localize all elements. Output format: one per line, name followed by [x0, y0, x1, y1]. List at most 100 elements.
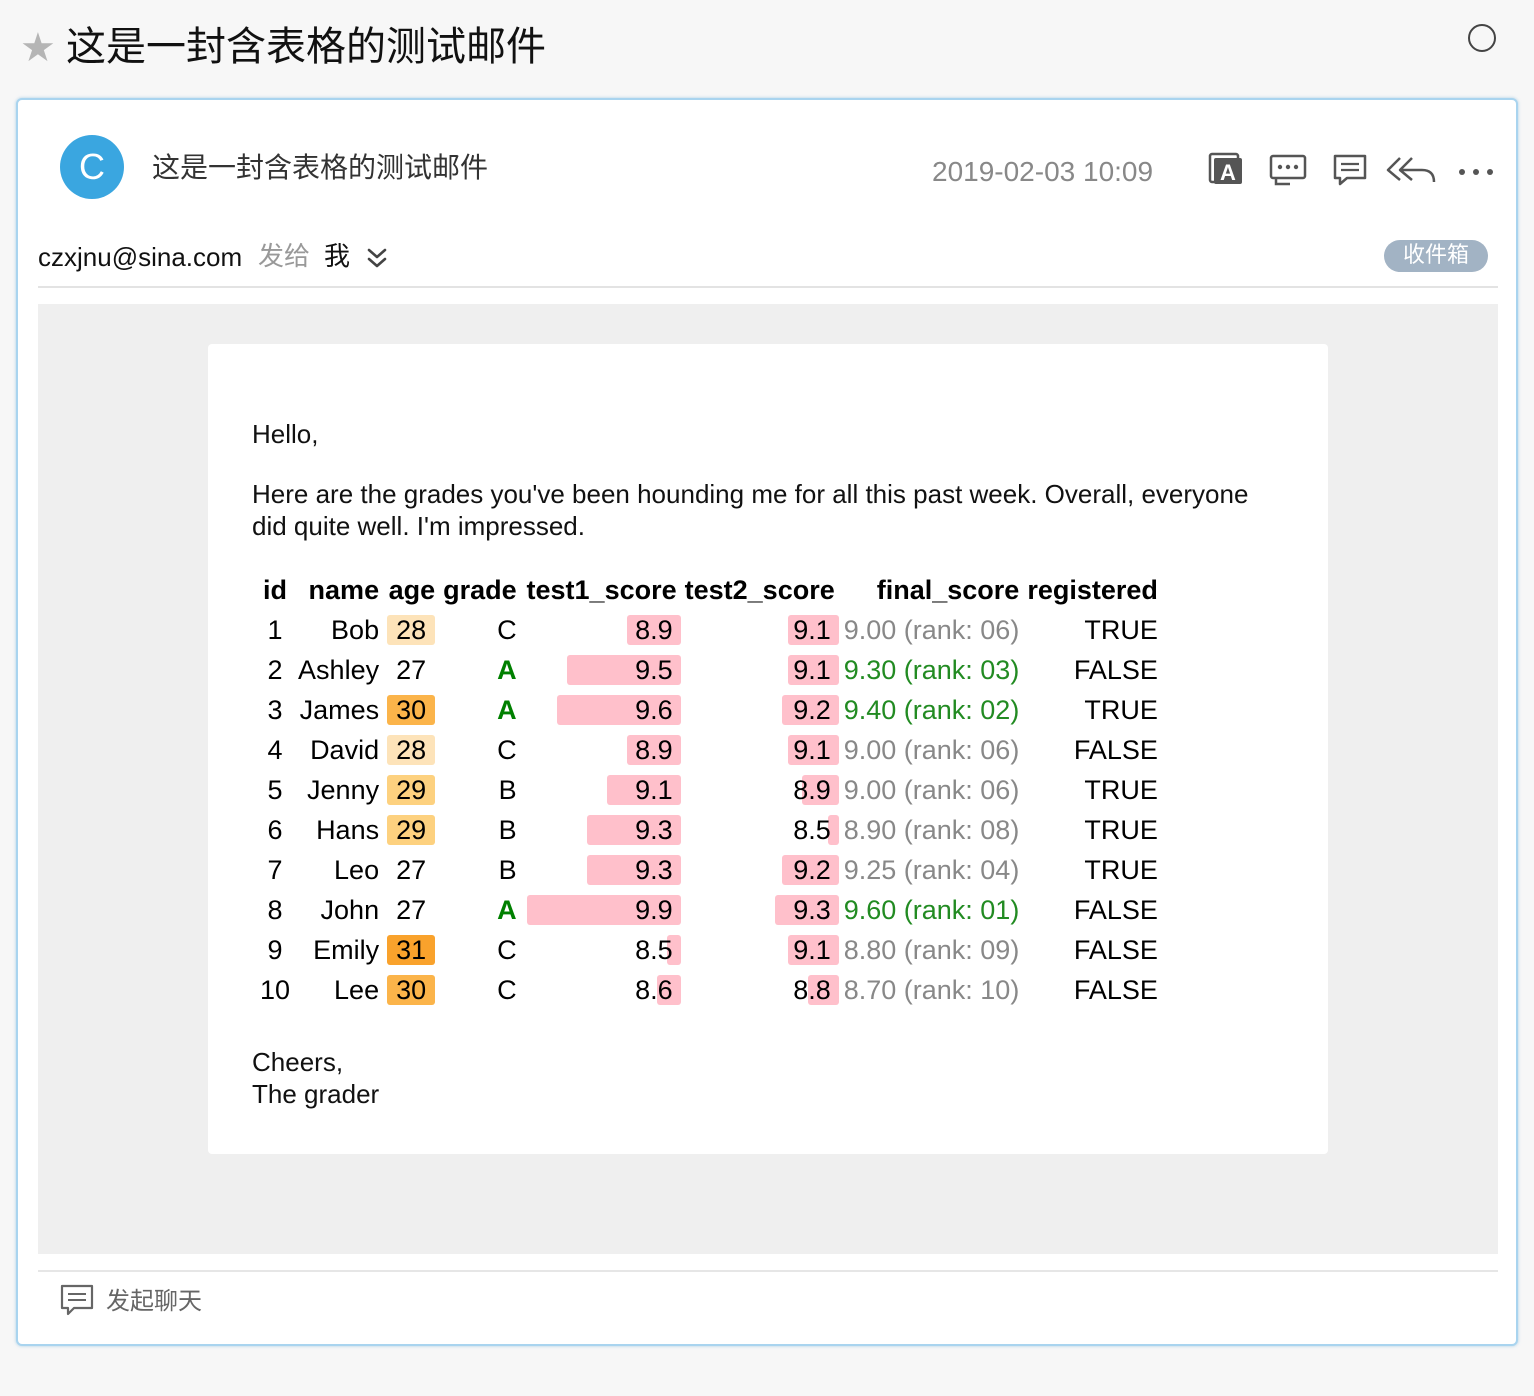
- cell-final: 8.90 (rank: 08): [843, 815, 1020, 845]
- cell-age: 29: [383, 770, 439, 810]
- cell-id: 2: [267, 655, 283, 685]
- message-icon[interactable]: [1268, 152, 1308, 192]
- cell-test1: 9.5: [521, 650, 681, 690]
- table-row: 2 Ashley 27 A 9.5 9.1 9.30 (rank: 03) FALSE: [256, 650, 1162, 690]
- cell-id: 9: [267, 935, 283, 965]
- cell-final: 9.00 (rank: 06): [843, 775, 1020, 805]
- cell-registered: FALSE: [1073, 935, 1158, 965]
- cell-registered: FALSE: [1073, 655, 1158, 685]
- cell-registered: TRUE: [1084, 695, 1158, 725]
- start-chat-button[interactable]: 发起聊天: [106, 1286, 202, 1316]
- test2-value: 9.2: [793, 695, 831, 725]
- cell-test1: 9.1: [521, 770, 681, 810]
- cell-test2: 9.1: [681, 930, 839, 970]
- test2-value: 9.1: [793, 735, 831, 765]
- sign-off: Cheers, The grader: [252, 1046, 379, 1110]
- age-value: 31: [387, 935, 436, 965]
- cell-grade: B: [498, 775, 517, 805]
- cell-test2: 8.8: [681, 970, 839, 1010]
- star-icon[interactable]: ★: [20, 26, 56, 70]
- cell-id: 6: [267, 815, 283, 845]
- age-value: 29: [387, 775, 436, 805]
- select-circle-icon[interactable]: [1468, 24, 1496, 52]
- avatar[interactable]: C: [60, 135, 124, 199]
- cell-final: 9.60 (rank: 01): [843, 895, 1020, 925]
- age-value: 27: [396, 655, 427, 685]
- chevron-down-icon[interactable]: [364, 244, 390, 272]
- cell-name: Lee: [334, 975, 380, 1005]
- test2-value: 8.8: [793, 975, 831, 1005]
- age-value: 28: [387, 735, 436, 765]
- cell-age: 28: [383, 730, 439, 770]
- translate-icon[interactable]: A: [1208, 152, 1244, 192]
- cell-grade: A: [497, 695, 517, 725]
- folder-badge[interactable]: 收件箱: [1384, 240, 1488, 272]
- cell-id: 5: [267, 775, 283, 805]
- cell-grade: A: [497, 655, 517, 685]
- cell-name: Ashley: [298, 655, 380, 685]
- cell-test2: 9.3: [681, 890, 839, 930]
- cell-test2: 9.1: [681, 610, 839, 650]
- page-title: 这是一封含表格的测试邮件: [66, 24, 546, 70]
- cell-name: Emily: [313, 935, 380, 965]
- header-name: name: [308, 575, 380, 605]
- cell-grade: B: [498, 815, 517, 845]
- footer-divider: [38, 1270, 1498, 1272]
- cell-test1: 8.5: [521, 930, 681, 970]
- test2-value: 8.9: [793, 775, 831, 805]
- cell-final: 9.00 (rank: 06): [843, 735, 1020, 765]
- header-id: id: [263, 575, 288, 605]
- table-body: 1 Bob 28 C 8.9 9.1 9.00 (rank: 06) TRUE 2 Ashley 2…: [256, 610, 1162, 1010]
- send-to-label: 发给: [258, 242, 311, 272]
- table-row: 6 Hans 29 B 9.3 8.5 8.90 (rank: 08) TRUE: [256, 810, 1162, 850]
- test2-value: 9.1: [793, 935, 831, 965]
- test1-value: 9.3: [635, 815, 673, 845]
- test1-value: 8.5: [635, 935, 673, 965]
- cell-final: 8.70 (rank: 10): [843, 975, 1020, 1005]
- cell-id: 4: [267, 735, 283, 765]
- cell-grade: C: [497, 975, 517, 1005]
- cell-id: 1: [267, 615, 283, 645]
- table-row: 5 Jenny 29 B 9.1 8.9 9.00 (rank: 06) TRUE: [256, 770, 1162, 810]
- table-row: 1 Bob 28 C 8.9 9.1 9.00 (rank: 06) TRUE: [256, 610, 1162, 650]
- cell-registered: TRUE: [1084, 615, 1158, 645]
- mail-body: Hello, Here are the grades you've been h…: [38, 304, 1498, 1254]
- message-paragraph: Here are the grades you've been hounding…: [252, 479, 1249, 541]
- cell-test2: 9.2: [681, 690, 839, 730]
- cell-name: David: [310, 735, 380, 765]
- comment-icon[interactable]: [1332, 152, 1368, 192]
- sign-off-line-1: Cheers,: [252, 1047, 344, 1077]
- age-value: 30: [387, 975, 436, 1005]
- table-row: 9 Emily 31 C 8.5 9.1 8.80 (rank: 09) FALSE: [256, 930, 1162, 970]
- cell-age: 27: [383, 890, 439, 930]
- mail-card: C 这是一封含表格的测试邮件 2019-02-03 10:09 A czxjnu…: [16, 98, 1518, 1346]
- mail-date: 2019-02-03 10:09: [932, 156, 1154, 187]
- cell-age: 31: [383, 930, 439, 970]
- cell-age: 30: [383, 970, 439, 1010]
- cell-age: 27: [383, 650, 439, 690]
- cell-grade: C: [497, 935, 517, 965]
- age-value: 27: [396, 855, 427, 885]
- table-row: 10 Lee 30 C 8.6 8.8 8.70 (rank: 10) FALSE: [256, 970, 1162, 1010]
- sender-email[interactable]: czxjnu@sina.com: [38, 240, 242, 274]
- header-test1: test1_score: [526, 575, 677, 605]
- cell-grade: C: [497, 735, 517, 765]
- cell-name: Bob: [331, 615, 380, 645]
- cell-registered: TRUE: [1084, 855, 1158, 885]
- cell-final: 9.40 (rank: 02): [843, 695, 1020, 725]
- cell-grade: A: [497, 895, 517, 925]
- cell-test2: 9.2: [681, 850, 839, 890]
- cell-name: Leo: [334, 855, 380, 885]
- reply-all-icon[interactable]: [1386, 152, 1438, 192]
- chat-icon[interactable]: [60, 1284, 94, 1316]
- header-test2: test2_score: [684, 575, 835, 605]
- more-icon[interactable]: [1456, 152, 1496, 192]
- cell-id: 7: [267, 855, 283, 885]
- svg-text:A: A: [1220, 160, 1236, 185]
- test1-value: 9.3: [635, 855, 673, 885]
- cell-test1: 9.3: [521, 850, 681, 890]
- cell-test2: 9.1: [681, 730, 839, 770]
- cell-age: 29: [383, 810, 439, 850]
- header-final: final_score: [876, 575, 1020, 605]
- recipient[interactable]: 我: [324, 240, 350, 274]
